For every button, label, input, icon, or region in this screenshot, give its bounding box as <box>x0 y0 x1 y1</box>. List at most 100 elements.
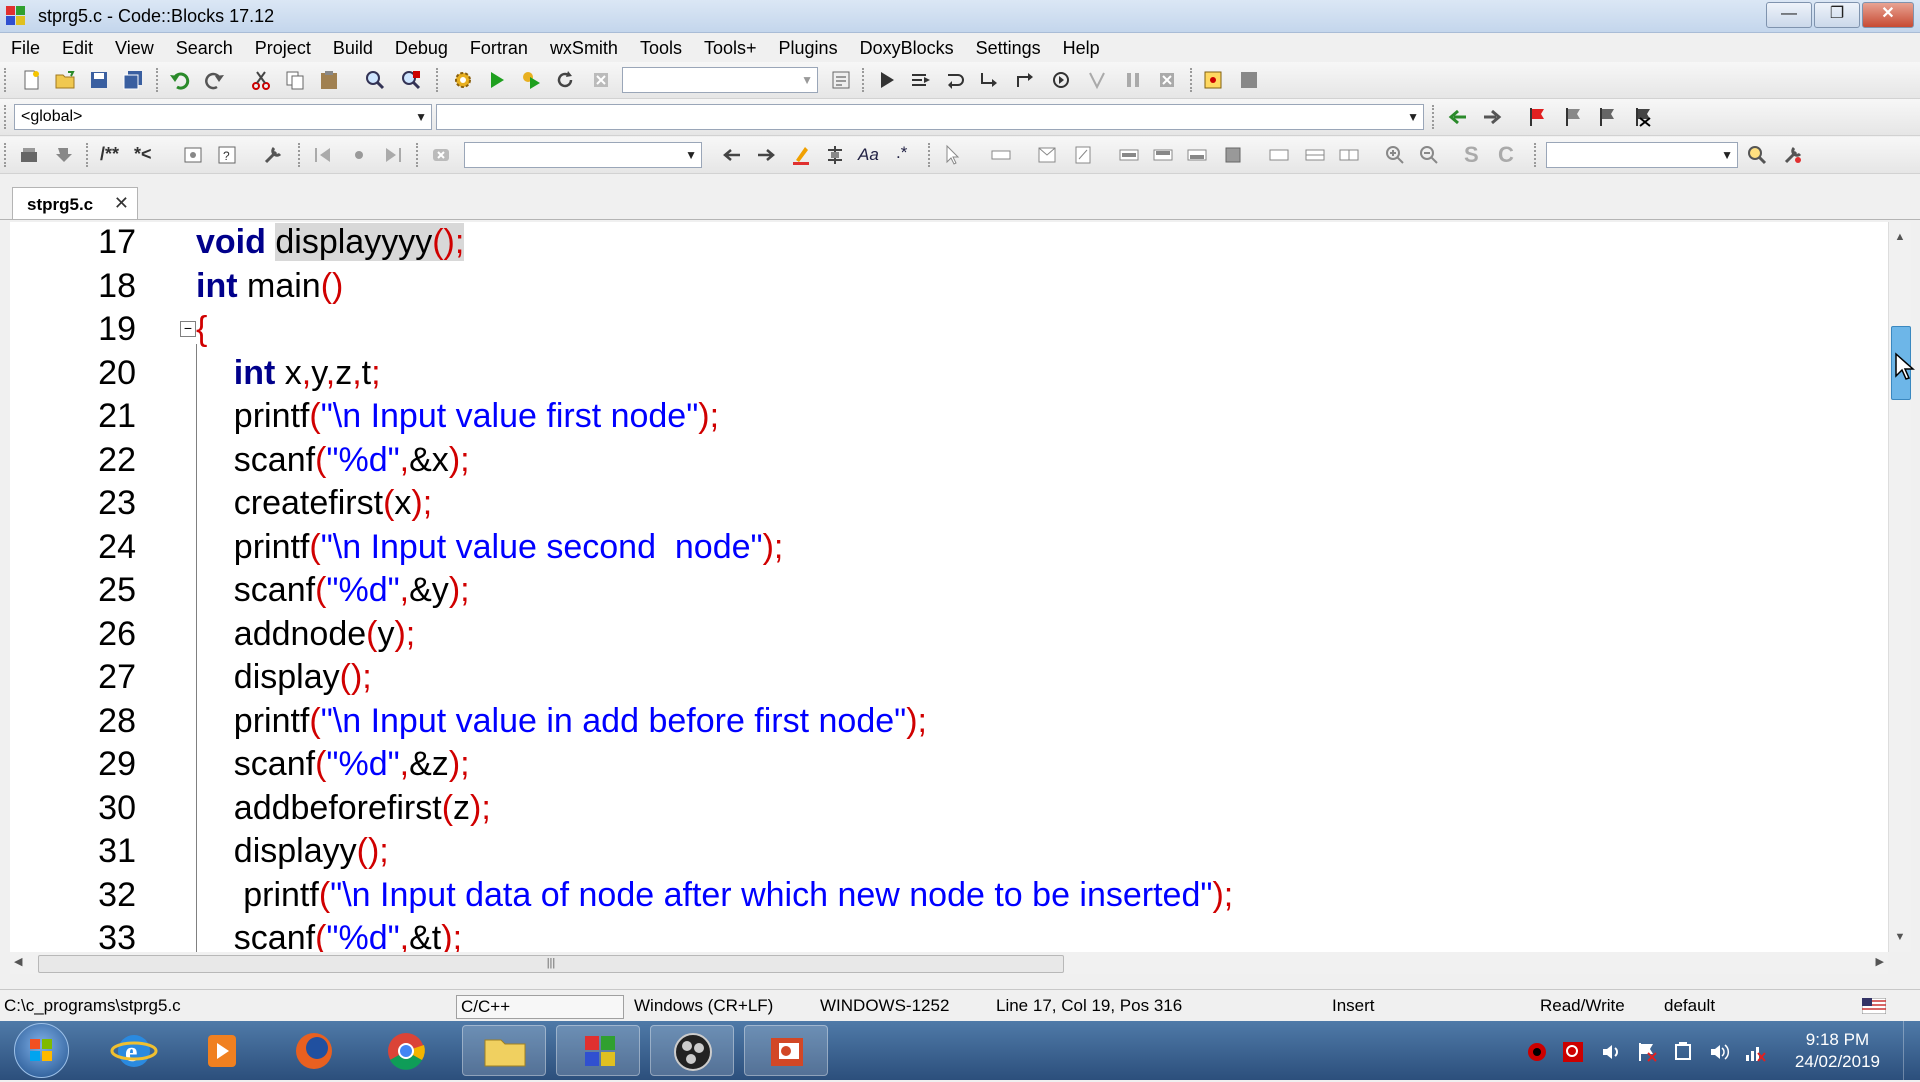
menu-view[interactable]: View <box>104 38 165 59</box>
run-to-cursor-icon[interactable] <box>910 69 932 91</box>
save-all-icon[interactable] <box>122 69 144 91</box>
code-line[interactable]: 33 scanf("%d",&t); <box>10 916 1888 952</box>
menu-tools[interactable]: Tools+ <box>693 38 768 59</box>
code-line[interactable]: 23 createfirst(x); <box>10 481 1888 525</box>
show-desktop-button[interactable] <box>1903 1021 1920 1080</box>
jump-forward-icon[interactable] <box>1482 106 1504 128</box>
copy-icon[interactable] <box>284 69 306 91</box>
code-line[interactable]: 27 display(); <box>10 655 1888 699</box>
toolbar-grip[interactable] <box>298 143 304 167</box>
line-comment-button[interactable]: *< <box>134 144 152 165</box>
doxy-config-icon[interactable] <box>262 144 284 166</box>
code-line[interactable]: 18 int main() <box>10 264 1888 308</box>
rect-shape-icon[interactable] <box>990 144 1012 166</box>
menu-plugins[interactable]: Plugins <box>768 38 849 59</box>
menu-tools[interactable]: Tools <box>629 38 693 59</box>
frame-shape-2-icon[interactable] <box>1304 144 1326 166</box>
menu-debug[interactable]: Debug <box>384 38 459 59</box>
taskbar-powerpoint[interactable] <box>744 1025 828 1076</box>
fill-shape-icon[interactable] <box>1222 144 1244 166</box>
step-into-instruction-icon[interactable] <box>1086 69 1108 91</box>
find-icon[interactable] <box>364 69 386 91</box>
code-line[interactable]: 31 displayy(); <box>10 829 1888 873</box>
taskbar-firefox[interactable] <box>272 1025 356 1076</box>
toolbar-grip[interactable] <box>928 143 934 167</box>
menu-project[interactable]: Project <box>244 38 322 59</box>
function-combo[interactable]: ▼ <box>436 104 1424 130</box>
new-file-icon[interactable] <box>20 69 42 91</box>
scroll-down-icon[interactable]: ▼ <box>1891 928 1909 946</box>
build-options-icon[interactable] <box>830 69 852 91</box>
chm-docs-icon[interactable]: ? <box>216 144 238 166</box>
match-case-icon[interactable]: Aa <box>858 145 879 165</box>
cut-icon[interactable] <box>250 69 272 91</box>
toolbar-grip[interactable] <box>86 143 92 167</box>
minimize-button[interactable]: — <box>1766 2 1812 28</box>
build-target-combo[interactable]: ▼ <box>622 67 818 93</box>
code-line[interactable]: 24 printf("\n Input value second node"); <box>10 525 1888 569</box>
tray-volume-icon[interactable] <box>1600 1041 1622 1063</box>
toolbar-grip[interactable] <box>156 68 162 92</box>
search-next-icon[interactable] <box>756 144 778 166</box>
close-button[interactable]: ✕ <box>1862 2 1914 28</box>
frame-shape-icon[interactable] <box>1268 144 1290 166</box>
taskbar-explorer[interactable] <box>462 1025 546 1076</box>
record-icon[interactable] <box>348 144 370 166</box>
tray-action-center-icon[interactable] <box>1636 1041 1658 1063</box>
toggle-bookmark-icon[interactable] <box>1526 106 1548 128</box>
last-message-icon[interactable] <box>382 144 404 166</box>
doxywizard-icon[interactable] <box>18 144 40 166</box>
tray-device-icon[interactable] <box>1672 1041 1694 1063</box>
save-icon[interactable] <box>88 69 110 91</box>
start-button[interactable] <box>14 1023 69 1078</box>
taskbar-media-player[interactable] <box>180 1025 264 1076</box>
c-letter-icon[interactable]: C <box>1498 142 1514 168</box>
abort-icon[interactable] <box>590 69 612 91</box>
vertical-scrollbar[interactable]: ▲ ▼ <box>1888 222 1911 952</box>
tray-obs-icon[interactable] <box>1526 1041 1548 1063</box>
zoom-in-icon[interactable] <box>1384 144 1406 166</box>
frame-shape-3-icon[interactable] <box>1338 144 1360 166</box>
toolbar-grip[interactable] <box>436 68 442 92</box>
zoom-out-icon[interactable] <box>1418 144 1440 166</box>
prev-bookmark-icon[interactable] <box>1562 106 1584 128</box>
menu-search[interactable]: Search <box>165 38 244 59</box>
scroll-right-icon[interactable]: ▶ <box>1876 955 1884 968</box>
block-comment-button[interactable]: /** <box>100 144 119 165</box>
run-icon[interactable] <box>486 69 508 91</box>
scroll-up-icon[interactable]: ▲ <box>1891 228 1909 246</box>
next-instruction-icon[interactable] <box>1050 69 1072 91</box>
first-message-icon[interactable] <box>312 144 334 166</box>
menu-wxsmith[interactable]: wxSmith <box>539 38 629 59</box>
code-line[interactable]: 26 addnode(y); <box>10 612 1888 656</box>
s-letter-icon[interactable]: S <box>1464 142 1479 168</box>
undo-icon[interactable] <box>168 69 190 91</box>
toolbar-grip[interactable] <box>416 143 422 167</box>
step-out-icon[interactable] <box>1014 69 1036 91</box>
taskbar-clock[interactable]: 9:18 PM 24/02/2019 <box>1795 1029 1880 1073</box>
code-line[interactable]: 22 scanf("%d",&x); <box>10 438 1888 482</box>
search-prev-icon[interactable] <box>720 144 742 166</box>
taskbar-obs[interactable] <box>650 1025 734 1076</box>
code-line[interactable]: 17 void displayyyy(); <box>10 222 1888 264</box>
tray-network-icon[interactable] <box>1744 1041 1766 1063</box>
various-info-icon[interactable] <box>1238 69 1260 91</box>
clear-search-icon[interactable] <box>430 144 452 166</box>
code-editor[interactable]: − 17 void displayyyy(); 18 int main() 19{20 … <box>10 222 1888 952</box>
menu-build[interactable]: Build <box>322 38 384 59</box>
menu-edit[interactable]: Edit <box>51 38 104 59</box>
code-line[interactable]: 25 scanf("%d",&y); <box>10 568 1888 612</box>
toolbar-grip[interactable] <box>4 68 10 92</box>
code-line[interactable]: 19 { <box>10 307 1888 351</box>
align-left-icon[interactable] <box>1118 144 1140 166</box>
code-line[interactable]: 21 printf("\n Input value first node"); <box>10 394 1888 438</box>
symbol-search-combo[interactable]: ▼ <box>1546 142 1738 168</box>
align-center-icon[interactable] <box>1152 144 1174 166</box>
html-docs-icon[interactable] <box>182 144 204 166</box>
scope-combo[interactable]: <global> ▼ <box>14 104 432 130</box>
regex-icon[interactable]: .* <box>896 143 907 163</box>
menu-settings[interactable]: Settings <box>965 38 1052 59</box>
taskbar-codeblocks[interactable] <box>556 1025 640 1076</box>
open-folder-icon[interactable] <box>54 69 76 91</box>
note-shape-icon[interactable] <box>1072 144 1094 166</box>
